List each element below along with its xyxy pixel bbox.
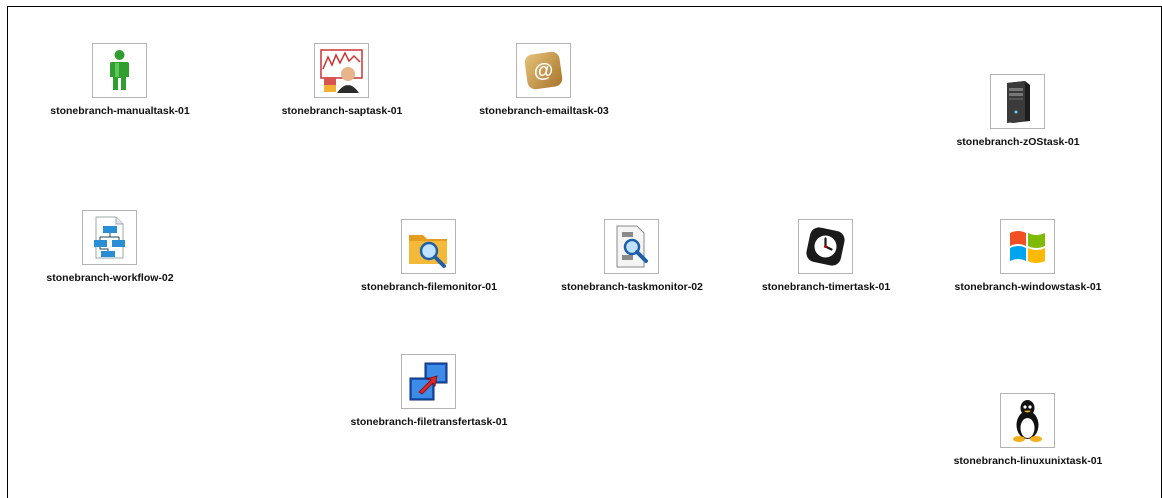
task-tile[interactable] [990, 74, 1045, 129]
task-tile[interactable] [401, 219, 456, 274]
svg-text:@: @ [534, 60, 554, 82]
folder-magnifier-icon [409, 235, 447, 268]
task-tile[interactable] [1000, 393, 1055, 448]
sap-chart-user-icon [320, 49, 363, 93]
task-label: stonebranch-workflow-02 [46, 272, 174, 284]
task-tile[interactable] [314, 43, 369, 98]
task-tile[interactable] [401, 354, 456, 409]
task-tile[interactable] [798, 219, 853, 274]
windows-logo-icon [1010, 231, 1045, 263]
task-label: stonebranch-emailtask-03 [479, 105, 609, 117]
task-label: stonebranch-windowstask-01 [954, 281, 1102, 293]
linux-penguin-icon [1013, 400, 1042, 442]
workflow-diagram-icon [94, 216, 125, 259]
task-tile[interactable] [604, 219, 659, 274]
server-tower-icon [1007, 81, 1030, 123]
task-tile[interactable] [1000, 219, 1055, 274]
email-at-icon: @ [524, 51, 563, 90]
workflow-canvas[interactable]: stonebranch-manualtask-01 stonebranch-sa… [7, 6, 1162, 498]
task-label: stonebranch-linuxunixtask-01 [953, 455, 1103, 467]
task-tile[interactable]: @ [516, 43, 571, 98]
task-tile[interactable] [82, 210, 137, 265]
task-monitor-icon [616, 225, 648, 268]
task-tile[interactable] [92, 43, 147, 98]
clock-icon [806, 227, 845, 266]
file-transfer-icon [409, 362, 448, 401]
task-label: stonebranch-filetransfertask-01 [350, 416, 508, 428]
manual-person-icon [110, 50, 129, 90]
task-label: stonebranch-zOStask-01 [956, 136, 1080, 148]
